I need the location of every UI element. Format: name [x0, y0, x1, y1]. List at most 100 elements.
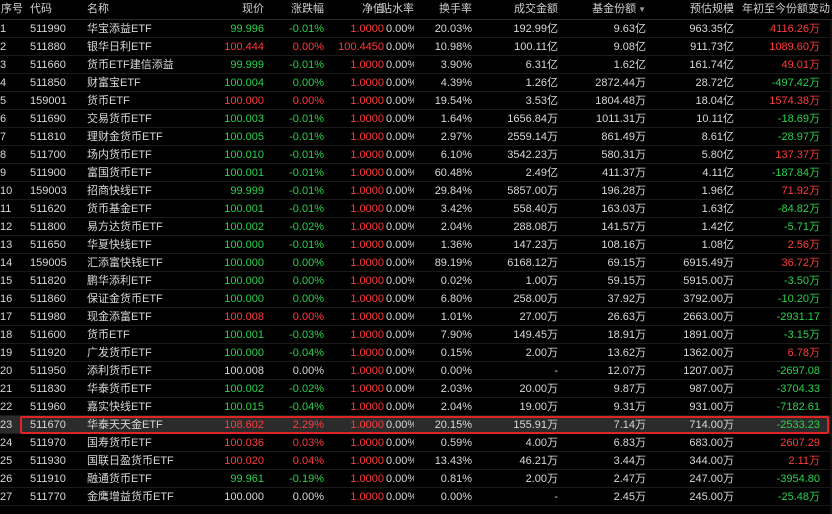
table-row-selected[interactable]: 23 511670 华泰天天金ETF 108.602 2.29% 1.00000.00% 2… [0, 416, 832, 434]
table-row[interactable]: 12 511800 易方达货币ETF 100.002 -0.02% 1.00000.00%… [0, 218, 832, 236]
row-name: 华泰货币ETF [87, 383, 152, 395]
row-change: -0.01% [289, 131, 324, 143]
column-header-change[interactable]: 涨跌幅 [266, 0, 324, 19]
column-header-turnover[interactable]: 换手率 [416, 0, 472, 19]
table-row[interactable]: 25 511930 国联日盈货币ETF 100.020 0.04% 1.00000.00%… [0, 452, 832, 470]
row-size: 1.96亿 [701, 185, 734, 197]
table-row[interactable]: 1 511990 华宝添益ETF 99.996 -0.01% 1.00000.00% 20.… [0, 20, 832, 38]
row-turnover: 3.42% [440, 203, 472, 215]
row-discount: 0.00% [386, 221, 414, 233]
table-row[interactable]: 10 159003 招商快线ETF 99.999 -0.01% 1.00000.00% 29… [0, 182, 832, 200]
column-header-shares[interactable]: 基金份额 ▼ [560, 0, 646, 19]
table-row[interactable]: 19 511920 广发货币ETF 100.000 -0.04% 1.00000.00% 0… [0, 344, 832, 362]
column-header-delta[interactable]: 年初至今份额变动 [736, 0, 830, 19]
row-turnover: 89.19% [434, 257, 472, 269]
row-name: 广发货币ETF [87, 347, 152, 359]
table-row[interactable]: 2511880银华日利ETF100.4440.00%100.44500.00%1… [0, 38, 832, 56]
table-row[interactable]: 8 511700 场内货币ETF 100.010 -0.01% 1.00000.00% 6.… [0, 146, 832, 164]
row-turnover: 2.97% [440, 131, 472, 143]
table-row[interactable]: 17511980现金添富ETF100.0080.00%1.00000.00%1.… [0, 308, 832, 326]
table-row[interactable]: 6 511690 交易货币ETF 100.003 -0.01% 1.00000.00% 1.… [0, 110, 832, 128]
row-code: 511930 [30, 455, 66, 467]
row-size: 344.00万 [689, 455, 734, 467]
row-name: 添利货币ETF [87, 365, 152, 377]
row-name: 华宝添益ETF [87, 23, 152, 35]
row-nav: 1.0000 [350, 77, 384, 89]
row-size: 18.04亿 [695, 95, 734, 107]
table-row[interactable]: 5159001货币ETF100.0000.00%1.00000.00%19.54… [0, 92, 832, 110]
table-row[interactable]: 3 511660 货币ETF建信添益 99.999 -0.01% 1.00000.00% 3… [0, 56, 832, 74]
row-nav: 1.0000 [350, 437, 384, 449]
table-row[interactable]: 16511860保证金货币ETF100.0000.00%1.00000.00%6… [0, 290, 832, 308]
row-code: 511970 [30, 437, 66, 449]
row-code: 159005 [30, 257, 67, 269]
row-amount: 149.45万 [513, 329, 558, 341]
row-change: 0.00% [292, 275, 324, 287]
row-shares: 2.47万 [613, 473, 646, 485]
row-amount: 192.99亿 [513, 23, 558, 35]
table-row[interactable]: 24 511970 国寿货币ETF 100.036 0.03% 1.00000.00% 0.… [0, 434, 832, 452]
row-nav: 1.0000 [350, 347, 384, 359]
row-name: 华泰天天金ETF [87, 419, 163, 431]
row-amount: 6.31亿 [525, 59, 558, 71]
row-seq: 1 [0, 23, 7, 35]
row-name: 融通货币ETF [87, 473, 152, 485]
row-code: 511860 [30, 293, 66, 305]
column-header-size[interactable]: 预估规模 [648, 0, 734, 19]
row-shares: 6.83万 [613, 437, 646, 449]
table-row[interactable]: 21 511830 华泰货币ETF 100.002 -0.02% 1.00000.00% 2… [0, 380, 832, 398]
table-row[interactable]: 7 511810 理财金货币ETF 100.005 -0.01% 1.00000.00% 2… [0, 128, 832, 146]
row-delta: -187.84万 [771, 167, 820, 179]
sort-down-icon[interactable]: ▼ [638, 5, 646, 14]
row-shares: 9.31万 [613, 401, 646, 413]
column-header-discount[interactable]: 贴水率 [380, 0, 414, 19]
row-seq: 10 [0, 185, 13, 197]
column-header-seq[interactable]: 序号 [1, 0, 23, 19]
row-name: 鹏华添利ETF [87, 275, 152, 287]
row-amount: 6168.12万 [507, 257, 558, 269]
row-price: 100.010 [224, 149, 264, 161]
row-change: -0.01% [289, 185, 324, 197]
row-delta: -7182.61 [776, 401, 820, 413]
row-change: -0.01% [289, 59, 324, 71]
table-row[interactable]: 26 511910 融通货币ETF 99.961 -0.19% 1.00000.00% 0.… [0, 470, 832, 488]
table-row[interactable]: 18 511600 货币ETF 100.001 -0.03% 1.00000.00% 7.9… [0, 326, 832, 344]
row-amount: 27.00万 [519, 311, 558, 323]
table-row[interactable]: 20511950添利货币ETF100.0080.00%1.00000.00%0.… [0, 362, 832, 380]
row-size: 911.73亿 [690, 41, 734, 53]
row-nav: 1.0000 [350, 401, 384, 413]
row-turnover: 1.36% [440, 239, 472, 251]
column-header-price[interactable]: 现价 [198, 0, 264, 19]
row-change: 0.00% [292, 257, 324, 269]
row-nav: 1.0000 [350, 329, 384, 341]
row-code: 511690 [30, 113, 66, 125]
row-shares: 69.15万 [607, 257, 646, 269]
row-delta: 1089.60万 [769, 41, 820, 53]
row-code: 511770 [30, 491, 66, 503]
row-amount: 1.26亿 [525, 77, 558, 89]
row-name: 华夏快线ETF [87, 239, 152, 251]
row-nav: 100.4450 [338, 41, 384, 53]
column-header-code[interactable]: 代码 [30, 0, 86, 19]
row-discount: 0.00% [386, 257, 414, 269]
row-turnover: 10.98% [434, 41, 472, 53]
column-header-name[interactable]: 名称 [87, 0, 197, 19]
row-shares: 861.49万 [601, 131, 646, 143]
table-row[interactable]: 13 511650 华夏快线ETF 100.000 -0.01% 1.00000.00% 1… [0, 236, 832, 254]
row-seq: 5 [0, 95, 7, 107]
table-row[interactable]: 4511850财富宝ETF100.0040.00%1.00000.00%4.39… [0, 74, 832, 92]
table-row[interactable]: 22 511960 嘉实快线ETF 100.015 -0.04% 1.00000.00% 2… [0, 398, 832, 416]
row-discount: 0.00% [386, 401, 414, 413]
row-change: 0.04% [292, 455, 324, 467]
column-header-amount[interactable]: 成交金额 [474, 0, 558, 19]
column-header-nav[interactable]: 净值 [326, 0, 384, 19]
row-discount: 0.00% [386, 311, 414, 323]
row-nav: 1.0000 [350, 293, 384, 305]
row-code: 511920 [30, 347, 66, 359]
table-row[interactable]: 27511770金鹰增益货币ETF100.0000.00%1.00000.00%… [0, 488, 832, 506]
table-row[interactable]: 11 511620 货币基金ETF 100.001 -0.01% 1.00000.00% 3… [0, 200, 832, 218]
table-row[interactable]: 9 511900 富国货币ETF 100.001 -0.01% 1.00000.00% 60… [0, 164, 832, 182]
table-row[interactable]: 15511820鹏华添利ETF100.0000.00%1.00000.00%0.… [0, 272, 832, 290]
row-amount: 2.00万 [525, 473, 558, 485]
table-row[interactable]: 14159005汇添富快钱ETF100.0000.00%1.00000.00%8… [0, 254, 832, 272]
